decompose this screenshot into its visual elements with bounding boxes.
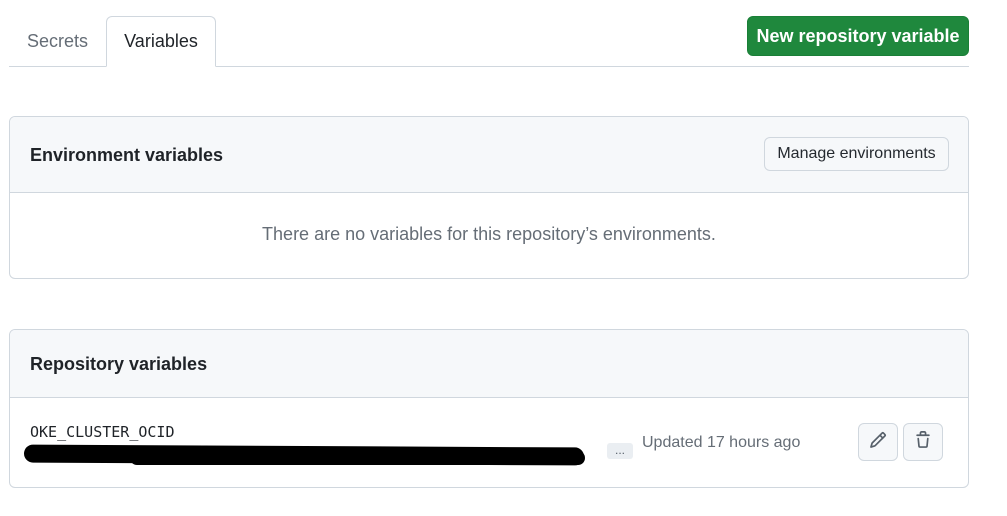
tab-variables[interactable]: Variables (106, 16, 216, 67)
environment-variables-box: Environment variables Manage environment… (9, 116, 969, 279)
pencil-icon (869, 431, 887, 454)
redacted-value (130, 451, 585, 465)
repository-variables-title: Repository variables (30, 354, 208, 374)
repository-variables-header: Repository variables (10, 330, 968, 398)
repository-variables-box: Repository variables OKE_CLUSTER_OCID ..… (9, 329, 969, 488)
tab-secrets[interactable]: Secrets (9, 16, 106, 66)
variables-settings-page: Secrets Variables New repository variabl… (0, 0, 1007, 516)
new-repository-variable-button[interactable]: New repository variable (747, 16, 969, 56)
environment-variables-header: Environment variables Manage environment… (10, 117, 968, 193)
edit-variable-button[interactable] (858, 423, 898, 461)
environment-variables-empty-message: There are no variables for this reposito… (262, 224, 716, 244)
delete-variable-button[interactable] (903, 423, 943, 461)
show-more-button[interactable]: ... (607, 443, 633, 459)
environment-variables-title: Environment variables (30, 145, 224, 165)
manage-environments-button[interactable]: Manage environments (764, 137, 949, 171)
trash-icon (914, 430, 932, 454)
variable-name: OKE_CLUSTER_OCID (30, 423, 175, 441)
updated-timestamp: Updated 17 hours ago (642, 434, 801, 451)
